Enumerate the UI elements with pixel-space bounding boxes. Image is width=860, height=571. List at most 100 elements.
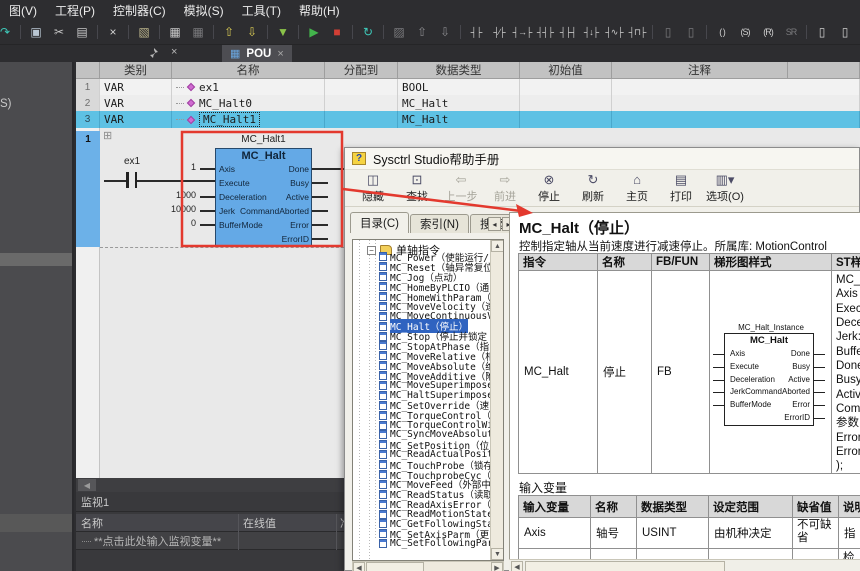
tree-item[interactable]: MC_SetFollowingPar (379, 538, 503, 549)
toolbar-icon[interactable] (383, 25, 384, 39)
fb-input-value[interactable]: 1000 (150, 190, 196, 204)
toolbar-icon[interactable] (352, 25, 353, 39)
grid-cell-icon[interactable]: ⊞ (103, 129, 112, 142)
toolbar-icon[interactable]: ▯ (658, 23, 678, 41)
help-nav-tab[interactable]: 索引(N) (409, 214, 469, 233)
toolbar-icon[interactable] (652, 25, 653, 39)
toolbar-icon[interactable]: ↻ (358, 23, 378, 41)
fb-output-pin[interactable]: Done (215, 162, 309, 176)
toolbar-icon[interactable] (298, 25, 299, 39)
toolbar-icon[interactable]: ▯ (835, 23, 855, 41)
menu-item[interactable]: 模拟(S) (175, 2, 233, 19)
tree-hscrollbar[interactable]: ◀ ▶ (352, 561, 504, 571)
toolbar-icon[interactable]: ┤├ (466, 23, 486, 41)
tab-pou[interactable]: ▦ POU × (222, 45, 292, 62)
help-toolbar-button[interactable]: ⌂ 主页 (615, 172, 659, 205)
help-toolbar-button[interactable]: ⊗ 停止 (527, 172, 571, 205)
rung-selection-bar[interactable]: 1 (76, 131, 100, 247)
toolbar-icon[interactable]: ⇩ (435, 23, 455, 41)
toolbar-icon[interactable]: (S) (735, 23, 755, 41)
toolbar-icon[interactable]: ▦ (188, 23, 208, 41)
watch-col-online[interactable]: 在线值 (243, 514, 276, 532)
help-toolbar-button[interactable]: ↻ 刷新 (571, 172, 615, 205)
toolbar-icon[interactable]: ┤∕├ (489, 23, 509, 41)
toolbar-icon[interactable]: ■ (327, 23, 347, 41)
column-divider[interactable] (238, 514, 239, 550)
col-header-comment[interactable]: 注释 (612, 62, 788, 79)
fb-output-pin[interactable]: Active (215, 190, 309, 204)
toolbar-icon[interactable]: SR (781, 23, 801, 41)
tab-close-icon[interactable]: × (277, 48, 283, 60)
menu-item[interactable]: 图(V) (0, 2, 46, 19)
help-title-bar[interactable]: ? Sysctrl Studio帮助手册 (345, 148, 859, 170)
help-toolbar-button[interactable]: ⇨ 前进 (483, 172, 527, 205)
toolbar-icon[interactable] (128, 25, 129, 39)
toolbar-icon[interactable]: ┤⊓├ (627, 23, 647, 41)
toolbar-icon[interactable] (267, 25, 268, 39)
fb-output-pin[interactable]: ErrorID (215, 232, 309, 246)
toolbar-icon[interactable]: (R) (758, 23, 778, 41)
toolbar-icon[interactable]: ┤∿├ (604, 23, 624, 41)
toolbar-icon[interactable]: ⇧ (219, 23, 239, 41)
scroll-thumb[interactable] (366, 562, 424, 571)
toolbar-icon[interactable]: ┤↓├ (581, 23, 601, 41)
scroll-up-icon[interactable]: ▲ (491, 240, 503, 252)
scroll-down-icon[interactable]: ▼ (491, 548, 503, 560)
scroll-left-icon[interactable]: ◀ (511, 561, 523, 571)
fb-output-pin[interactable]: Error (215, 218, 309, 232)
collapse-icon[interactable]: − (367, 245, 376, 255)
tree-vscrollbar[interactable]: ▲ ▼ (490, 240, 503, 560)
toolbar-icon[interactable]: ▯ (681, 23, 701, 41)
toolbar-icon[interactable]: ┤┤├ (535, 23, 555, 41)
toolbar-icon[interactable]: ▣ (26, 23, 46, 41)
help-toolbar-button[interactable]: ⇦ 上一步 (439, 172, 483, 205)
toolbar-icon[interactable] (159, 25, 160, 39)
toolbar-icon[interactable] (460, 25, 461, 39)
help-toolbar-button[interactable]: ⊡ 查找 (395, 172, 439, 205)
toolbar-icon[interactable] (213, 25, 214, 39)
toolbar-icon[interactable] (20, 25, 21, 39)
fb-instance-label[interactable]: MC_Halt1 (215, 134, 312, 145)
menu-item[interactable]: 控制器(C) (104, 2, 175, 19)
col-header-type[interactable]: 数据类型 (398, 62, 520, 79)
toolbar-icon[interactable] (806, 25, 807, 39)
scroll-thumb[interactable] (525, 561, 725, 571)
menu-item[interactable]: 工程(P) (46, 2, 104, 19)
menu-item[interactable]: 工具(T) (233, 2, 290, 19)
column-divider[interactable] (336, 514, 337, 550)
toolbar-icon[interactable]: ✂ (49, 23, 69, 41)
toolbar-icon[interactable]: ( ) (712, 23, 732, 41)
toolbar-icon[interactable]: ▶ (304, 23, 324, 41)
scroll-left-icon[interactable]: ◀ (78, 479, 96, 491)
watch-col-name[interactable]: 名称 (81, 514, 103, 532)
col-header-init[interactable]: 初始值 (520, 62, 612, 79)
tab-scroll-left-icon[interactable]: ◂ (488, 217, 501, 231)
toolbar-icon[interactable] (706, 25, 707, 39)
toolbar-icon[interactable]: ▨ (389, 23, 409, 41)
toolbar-icon[interactable]: ┤→├ (512, 23, 533, 41)
toolbar-icon[interactable]: ↷ (0, 23, 15, 41)
toolbar-icon[interactable]: ⇧ (412, 23, 432, 41)
col-header-class[interactable]: 类别 (100, 62, 172, 79)
help-toolbar-button[interactable]: ▥▾ 选项(O) (703, 172, 747, 205)
fb-input-value[interactable] (150, 176, 196, 190)
menu-item[interactable]: 帮助(H) (290, 2, 349, 19)
toolbar-icon[interactable] (97, 25, 98, 39)
toolbar-icon[interactable]: ▯ (812, 23, 832, 41)
toolbar-icon[interactable]: ▧ (134, 23, 154, 41)
collapsed-panel-label[interactable]: S) (0, 98, 12, 110)
toolbar-icon[interactable]: × (103, 23, 123, 41)
help-toolbar-button[interactable]: ▤ 打印 (659, 172, 703, 205)
watch-placeholder[interactable]: **点击此处输入监视变量** (94, 533, 221, 549)
scroll-left-icon[interactable]: ◀ (353, 562, 365, 571)
toolbar-icon[interactable]: ⇩ (242, 23, 262, 41)
fb-output-pin[interactable]: Busy (215, 176, 309, 190)
fb-input-value[interactable]: 0 (150, 218, 196, 232)
contact-label[interactable]: ex1 (112, 156, 152, 167)
help-nav-tab[interactable]: 目录(C) (350, 212, 409, 233)
toolbar-icon[interactable]: ▼ (273, 23, 293, 41)
fb-input-value[interactable]: 1 (150, 162, 196, 176)
toolbar-icon[interactable]: ▤ (72, 23, 92, 41)
toolbar-icon[interactable]: ▦ (165, 23, 185, 41)
scroll-right-icon[interactable]: ▶ (491, 562, 503, 571)
